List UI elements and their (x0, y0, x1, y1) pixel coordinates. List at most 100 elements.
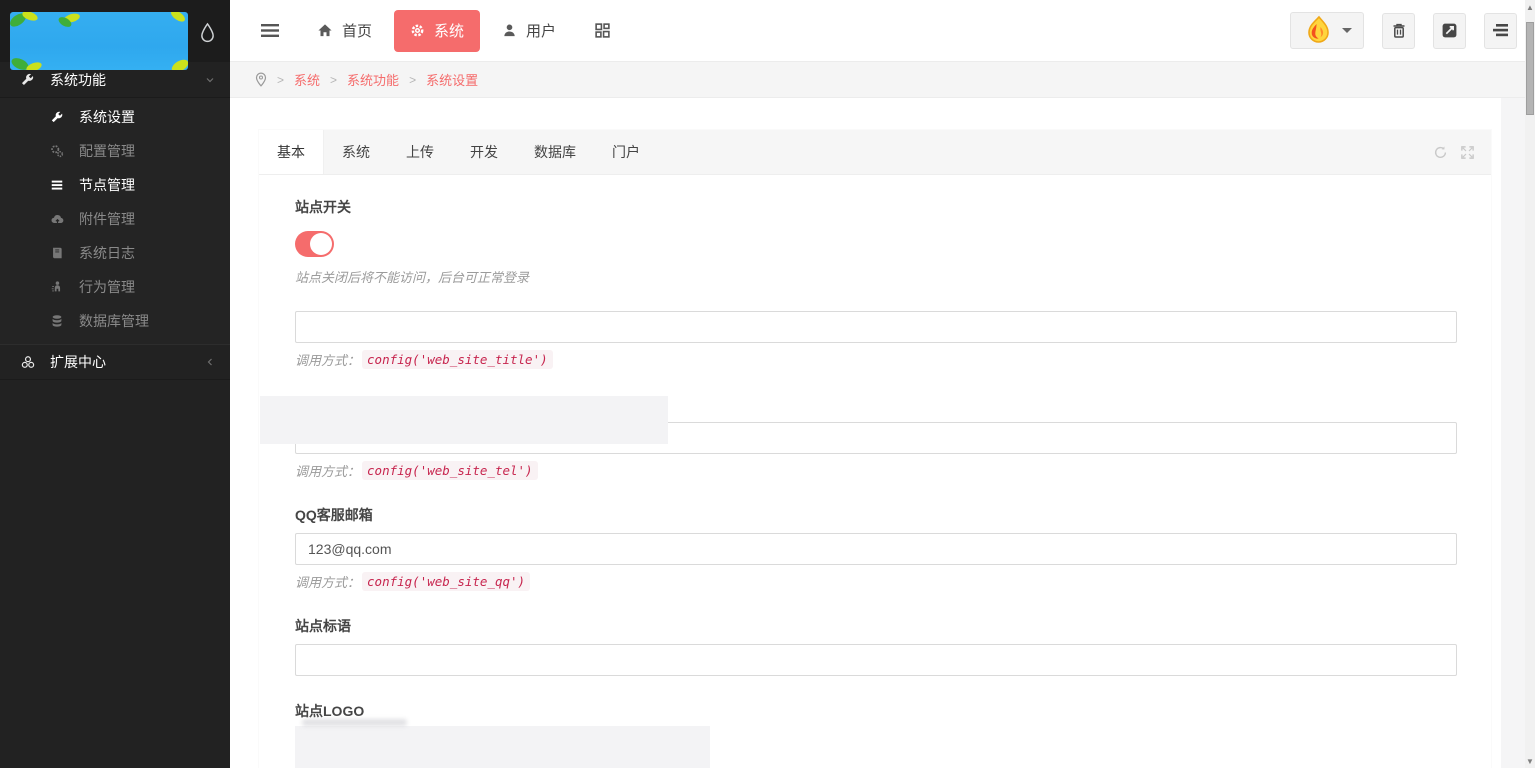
book-icon (50, 246, 66, 260)
map-pin-icon (255, 72, 267, 87)
tab-basic[interactable]: 基本 (259, 130, 324, 174)
sidebar-item-extension-center[interactable]: 扩展中心 (0, 344, 230, 380)
droplet-icon[interactable] (199, 22, 216, 44)
settings-form: 站点开关 站点关闭后将不能访问，后台可正常登录 调用方式： config('we… (259, 175, 1491, 721)
scrollbar-thumb[interactable] (1526, 22, 1534, 115)
sidebar-item-label: 配置管理 (79, 141, 135, 161)
nav-tab-label: 系统 (434, 20, 464, 41)
cubes-icon (20, 355, 36, 370)
help-prefix: 调用方式： (295, 461, 360, 480)
field-site-switch: 站点开关 站点关闭后将不能访问，后台可正常登录 (295, 197, 1457, 286)
site-qq-help: 调用方式： config('web_site_qq') (295, 572, 1457, 591)
fullscreen-icon[interactable] (1460, 145, 1475, 160)
database-icon (50, 314, 66, 328)
gear-icon (410, 23, 425, 38)
list-icon (50, 178, 66, 192)
sidebar-item-label: 数据库管理 (79, 311, 149, 331)
sidebar-toggle-icon[interactable] (255, 17, 285, 44)
navbar-right-tools (1290, 12, 1517, 49)
wrench-icon (20, 72, 36, 87)
trash-button[interactable] (1382, 13, 1415, 49)
site-switch-label: 站点开关 (295, 197, 1457, 217)
breadcrumb-link-system-settings[interactable]: 系统设置 (426, 70, 478, 89)
grid-menu-icon[interactable] (588, 16, 617, 45)
sidebar-item-system-log[interactable]: 系统日志 (0, 236, 230, 270)
nav-tab-user[interactable]: 用户 (486, 10, 572, 52)
scrollbar-up-arrow[interactable]: ▲ (1525, 0, 1535, 14)
sidebar-item-system-settings[interactable]: 系统设置 (0, 100, 230, 134)
external-link-button[interactable] (1433, 13, 1466, 49)
wrench-icon (50, 110, 66, 124)
site-logo-banner[interactable] (10, 12, 188, 70)
cloud-upload-icon (50, 212, 66, 226)
breadcrumb-link-system[interactable]: 系统 (294, 70, 320, 89)
app-window: 系统功能 系统设置 配置管理 节点管理 (0, 0, 1535, 768)
nav-tab-home[interactable]: 首页 (301, 10, 388, 52)
sidebar-submenu: 系统设置 配置管理 节点管理 附件管理 (0, 98, 230, 344)
sidebar-item-label: 附件管理 (79, 209, 135, 229)
tab-upload[interactable]: 上传 (388, 130, 452, 174)
field-site-title: 调用方式： config('web_site_title') (295, 311, 1457, 369)
page-scrollbar[interactable]: ▲ ▼ (1525, 0, 1535, 768)
sidebar-item-label: 系统日志 (79, 243, 135, 263)
chevron-down-icon (204, 74, 216, 86)
sidebar-item-attachment-management[interactable]: 附件管理 (0, 202, 230, 236)
flame-avatar (1302, 15, 1334, 47)
sidebar-item-label: 节点管理 (79, 175, 135, 195)
content-area: 基本 系统 上传 开发 数据库 门户 (230, 98, 1535, 768)
list-layout-icon (1492, 23, 1509, 38)
field-site-slogan: 站点标语 (295, 616, 1457, 676)
redaction-smudge (302, 719, 407, 726)
tab-develop[interactable]: 开发 (452, 130, 516, 174)
settings-panel: 基本 系统 上传 开发 数据库 门户 (259, 130, 1491, 768)
sidebar-item-behavior-management[interactable]: 行为管理 (0, 270, 230, 304)
sidebar: 系统功能 系统设置 配置管理 节点管理 (0, 0, 230, 768)
help-prefix: 调用方式： (295, 572, 360, 591)
config-code: config('web_site_qq') (362, 572, 530, 591)
field-site-qq: QQ客服邮箱 调用方式： config('web_site_qq') (295, 505, 1457, 591)
site-title-help: 调用方式： config('web_site_title') (295, 350, 1457, 369)
caret-down-icon (1342, 28, 1352, 33)
external-link-icon (1441, 22, 1458, 39)
sidebar-item-node-management[interactable]: 节点管理 (0, 168, 230, 202)
tab-system[interactable]: 系统 (324, 130, 388, 174)
logo-leaves-graphic (10, 12, 188, 70)
tab-portal[interactable]: 门户 (594, 130, 658, 174)
config-code: config('web_site_title') (362, 350, 553, 369)
redaction-site-slogan (295, 726, 710, 768)
scrollbar-down-arrow[interactable]: ▼ (1525, 754, 1535, 768)
sidebar-item-label: 扩展中心 (50, 352, 204, 372)
sidebar-item-label: 系统设置 (79, 107, 135, 127)
site-slogan-label: 站点标语 (295, 616, 1457, 636)
breadcrumb-link-system-functions[interactable]: 系统功能 (347, 70, 399, 89)
main-area: 首页 系统 用户 (230, 0, 1535, 768)
control-sidebar-button[interactable] (1484, 13, 1517, 49)
sidebar-item-database-management[interactable]: 数据库管理 (0, 304, 230, 338)
chevron-left-icon (204, 356, 216, 368)
sidebar-item-label: 行为管理 (79, 277, 135, 297)
tab-database[interactable]: 数据库 (516, 130, 594, 174)
site-title-input[interactable] (295, 311, 1457, 343)
help-prefix: 调用方式： (295, 350, 360, 369)
user-avatar-dropdown[interactable] (1290, 12, 1364, 49)
breadcrumb-separator: > (409, 73, 416, 87)
navbar-tabs: 首页 系统 用户 (301, 10, 617, 52)
nav-tab-label: 首页 (342, 20, 372, 41)
cogs-icon (50, 144, 66, 158)
toggle-knob (310, 233, 332, 255)
panel-tools (1433, 130, 1475, 175)
site-qq-input[interactable] (295, 533, 1457, 565)
field-site-logo: 站点LOGO (295, 701, 1457, 721)
site-switch-toggle[interactable] (295, 231, 334, 257)
site-qq-label: QQ客服邮箱 (295, 505, 1457, 525)
settings-tabbar: 基本 系统 上传 开发 数据库 门户 (259, 130, 1491, 175)
breadcrumb-separator: > (330, 73, 337, 87)
site-slogan-input[interactable] (295, 644, 1457, 676)
top-navbar: 首页 系统 用户 (230, 0, 1535, 62)
site-tel-help: 调用方式： config('web_site_tel') (295, 461, 1457, 480)
sidebar-item-config-management[interactable]: 配置管理 (0, 134, 230, 168)
refresh-icon[interactable] (1433, 145, 1448, 160)
trash-icon (1391, 22, 1407, 39)
nav-tab-system[interactable]: 系统 (394, 10, 480, 52)
nav-tab-label: 用户 (526, 20, 556, 41)
